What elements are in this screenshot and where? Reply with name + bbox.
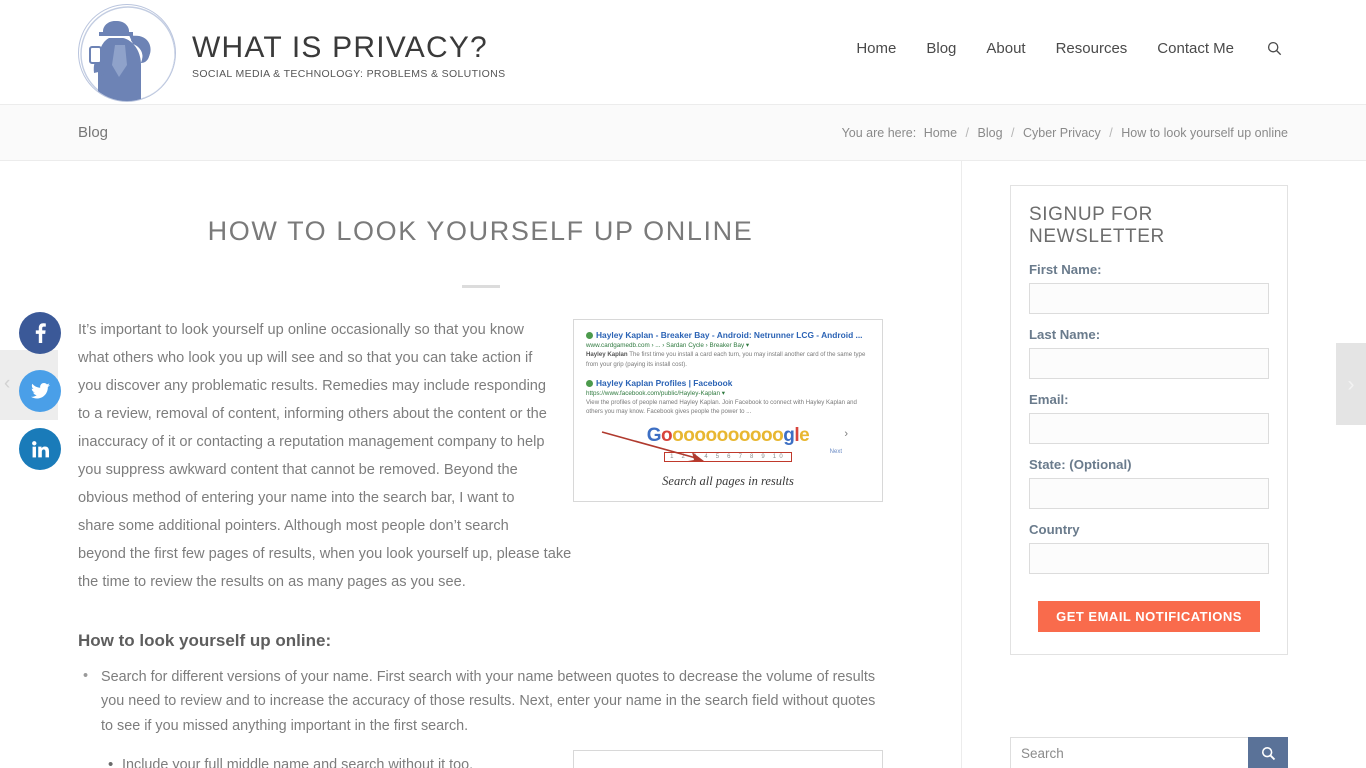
state-field[interactable] [1029,478,1269,509]
red-arrow-annotation [601,431,704,462]
title-divider [461,285,500,288]
serp-pagination: Gooooooooooogle › 1 2 3 4 5 6 7 8 9 10 N… [586,426,870,466]
chevron-right-icon: › [1347,372,1355,396]
state-label: State: (Optional) [1029,457,1132,472]
logo-title: WHAT IS PRIVACY? [192,31,488,65]
main-navigation: Home Blog About Resources Contact Me [841,40,1288,57]
site-logo[interactable]: WHAT IS PRIVACY? SOCIAL MEDIA & TECHNOLO… [78,4,505,102]
logo-subtitle: SOCIAL MEDIA & TECHNOLOGY: PROBLEMS & SO… [192,67,506,80]
nav-item-contact-me[interactable]: Contact Me [1142,40,1249,57]
article-body: Hayley Kaplan - Breaker Bay - Android: N… [78,316,883,768]
breadcrumb-separator: / [1011,125,1015,140]
serp-result-url: https://www.facebook.com/public/Hayley-K… [586,389,725,397]
search-icon [1261,746,1275,761]
article-bullet-list: Search for different versions of your na… [78,664,883,738]
country-field[interactable] [1029,543,1269,574]
share-twitter-icon[interactable] [19,370,61,412]
page-body: HOW TO LOOK YOURSELF UP ONLINE Hayley Ka… [0,161,1366,768]
email-label: Email: [1029,392,1069,407]
breadcrumb-item-cyber-privacy[interactable]: Cyber Privacy [1023,126,1101,140]
article-sub-bullet-list: Include your full middle name and search… [78,753,883,768]
page-title: Blog [78,124,109,141]
verified-icon [586,332,593,339]
share-facebook-icon[interactable] [19,312,61,354]
article-title: HOW TO LOOK YOURSELF UP ONLINE [207,216,754,246]
serp-result-description: View the profiles of people named Hayley… [586,399,857,416]
serp-mock: Hayley Kaplan - Breaker Bay - Android: N… [580,326,876,468]
article-column: HOW TO LOOK YOURSELF UP ONLINE Hayley Ka… [0,161,962,768]
newsletter-signup-widget: SIGNUP FOR NEWSLETTER First Name: Last N… [1010,185,1288,655]
logo-text: WHAT IS PRIVACY? SOCIAL MEDIA & TECHNOLO… [192,26,505,80]
article-subheading: How to look yourself up online: [78,631,332,651]
social-share-rail [19,312,61,486]
nav-item-home[interactable]: Home [841,40,911,57]
verified-icon [586,379,593,387]
breadcrumb-item-current: How to look yourself up online [1121,125,1288,140]
figure-search-results: Hayley Kaplan - Breaker Bay - Android: N… [573,319,883,503]
sidebar-search-widget [1010,737,1288,768]
site-header: WHAT IS PRIVACY? SOCIAL MEDIA & TECHNOLO… [0,0,1366,105]
breadcrumb-separator: / [965,125,970,140]
breadcrumb-item-blog[interactable]: Blog [978,126,1003,140]
nav-item-resources[interactable]: Resources [1041,40,1143,57]
serp-next-link[interactable]: Next [830,449,842,455]
serp-result-url: www.cardgamedb.com › ... › Sardan Cycle … [586,341,750,349]
serp-result-description: Hayley Kaplan The first time you install… [586,351,866,368]
search-input[interactable] [1010,737,1248,768]
nav-item-blog[interactable]: Blog [911,40,971,57]
previous-post-arrow-icon[interactable]: ‹ [4,374,10,393]
sidebar: SIGNUP FOR NEWSLETTER First Name: Last N… [962,161,1366,768]
last-name-label: Last Name: [1029,327,1101,342]
chevron-right-icon: › [844,428,848,441]
newsletter-title: SIGNUP FOR NEWSLETTER [1029,204,1165,247]
logo-badge-icon [78,4,176,102]
next-post-arrow-button[interactable]: › [1336,343,1366,425]
list-item: Include your full middle name and search… [108,753,883,768]
list-item: Search for different versions of your na… [83,664,883,738]
breadcrumb-separator: / [1109,125,1113,140]
breadcrumb-item-home[interactable]: Home [924,126,957,140]
email-field[interactable] [1029,413,1269,444]
serp-result: Hayley Kaplan Profiles | Facebook https:… [586,378,870,417]
article-intro-paragraph: It’s important to look yourself up onlin… [78,322,572,591]
last-name-field[interactable] [1029,348,1269,379]
search-icon[interactable] [1249,41,1288,56]
nav-item-about[interactable]: About [971,40,1040,57]
breadcrumb: You are here: Home / Blog / Cyber Privac… [842,126,1288,140]
get-email-notifications-button[interactable]: GET EMAIL NOTIFICATIONS [1038,601,1260,632]
first-name-label: First Name: [1029,262,1102,277]
serp-result: Hayley Kaplan - Breaker Bay - Android: N… [586,330,870,369]
serp-result-title[interactable]: Hayley Kaplan - Breaker Bay - Android: N… [586,330,870,341]
breadcrumb-prefix: You are here: [841,125,917,140]
page-subheader: Blog You are here: Home / Blog / Cyber P… [0,105,1366,161]
first-name-field[interactable] [1029,283,1269,314]
figure-caption: Search all pages in results [662,474,794,489]
search-submit-button[interactable] [1248,737,1288,768]
country-label: Country [1029,522,1080,537]
serp-result-title[interactable]: Hayley Kaplan Profiles | Facebook [586,378,870,389]
share-linkedin-icon[interactable] [19,428,61,470]
